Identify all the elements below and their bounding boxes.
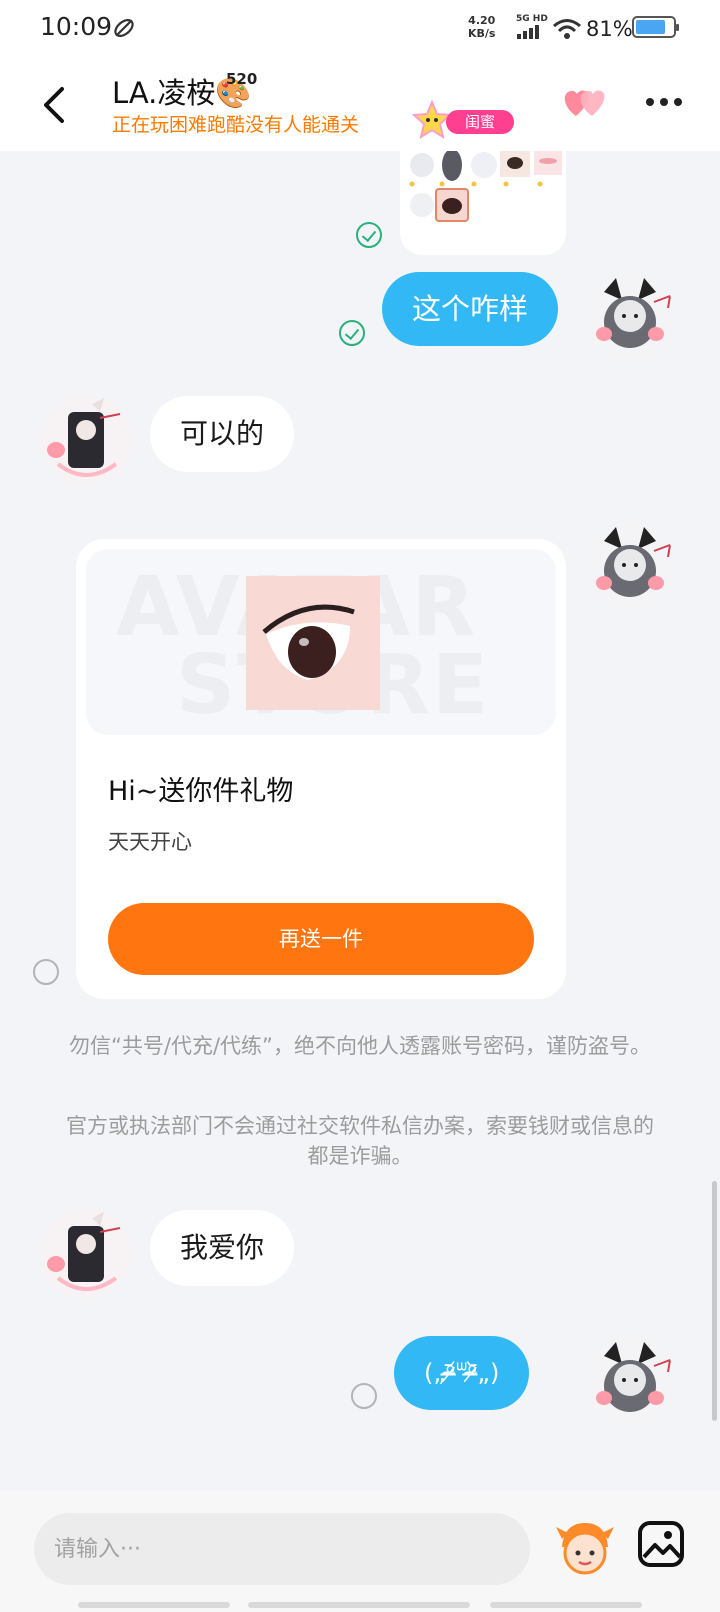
shop-item-card[interactable]: [400, 151, 566, 255]
emoji-icon[interactable]: [554, 1517, 616, 1579]
wifi-icon: [553, 19, 581, 39]
link-icon: [114, 18, 134, 38]
security-notice-2: 官方或执法部门不会通过社交软件私信办案，索要钱财或信息的都是诈骗。: [66, 1114, 654, 1168]
gift-description: 天天开心: [108, 830, 192, 854]
signal-bars-icon: [517, 25, 539, 39]
message-input[interactable]: [34, 1513, 530, 1585]
security-notice-1: 勿信“共号/代充/代练”，绝不向他人透露账号密码，谨防盗号。: [69, 1034, 651, 1058]
bestie-badge[interactable]: 闺蜜: [412, 100, 516, 140]
gift-image: AVATAR STORE: [86, 549, 556, 735]
cell-signal-icon: 5G HD: [516, 14, 548, 43]
my-avatar[interactable]: [584, 1336, 676, 1428]
image-icon[interactable]: [636, 1519, 686, 1569]
nav-indicator: [248, 1602, 470, 1608]
net-type: 5G HD: [516, 14, 548, 24]
item-thumbnails-image: [409, 151, 562, 222]
contact-status: 正在玩困难跑酷没有人能通关: [112, 114, 360, 136]
received-message-bubble[interactable]: 可以的: [150, 396, 295, 472]
read-check-icon: [356, 222, 382, 248]
back-arrow-icon[interactable]: [36, 80, 76, 130]
scrollbar[interactable]: [712, 1181, 717, 1421]
battery-fill: [636, 20, 665, 34]
battery-cap: [676, 24, 679, 31]
gift-title: Hi~送你件礼物: [108, 776, 294, 807]
my-avatar[interactable]: [584, 272, 676, 364]
chat-area[interactable]: 这个咋样 可以的 AVATAR STORE: [0, 151, 720, 1491]
input-bar: [0, 1491, 720, 1612]
nav-indicator: [490, 1602, 642, 1608]
contact-avatar[interactable]: [40, 1208, 132, 1300]
pending-status-icon: [33, 959, 59, 985]
heart-icon[interactable]: [560, 86, 610, 120]
battery-percent: 81%: [586, 17, 633, 41]
send-another-button[interactable]: 再送一件: [108, 903, 534, 975]
sent-message-bubble[interactable]: 这个咋样: [382, 272, 559, 346]
read-check-icon: [339, 320, 365, 346]
gift-card[interactable]: AVATAR STORE Hi~送你件礼物 天天开心 再送一件: [76, 539, 566, 999]
network-speed: 4.20 KB/s: [468, 14, 495, 40]
my-avatar[interactable]: [584, 521, 676, 613]
received-message-bubble[interactable]: 我爱你: [150, 1210, 295, 1286]
status-bar: 10:09 4.20 KB/s 5G HD 81%: [0, 0, 720, 58]
contact-avatar[interactable]: [40, 394, 132, 486]
net-speed-unit: KB/s: [468, 27, 496, 40]
intimacy-badge: 520: [226, 70, 258, 88]
net-speed-value: 4.20: [468, 14, 496, 27]
pending-status-icon: [351, 1383, 377, 1409]
nav-indicator: [78, 1602, 230, 1608]
sent-message-bubble[interactable]: („ᵒ̴̶̷᷄ᐜᵒ̴̶̷᷅„): [394, 1336, 530, 1410]
status-time: 10:09: [40, 12, 113, 41]
chat-header: LA.凌桉🎨 520 正在玩困难跑酷没有人能通关 闺蜜: [0, 58, 720, 151]
battery-icon: [632, 16, 679, 38]
more-options-icon[interactable]: [644, 96, 684, 108]
bestie-label: 闺蜜: [446, 110, 514, 134]
eye-item-image: [246, 576, 380, 710]
